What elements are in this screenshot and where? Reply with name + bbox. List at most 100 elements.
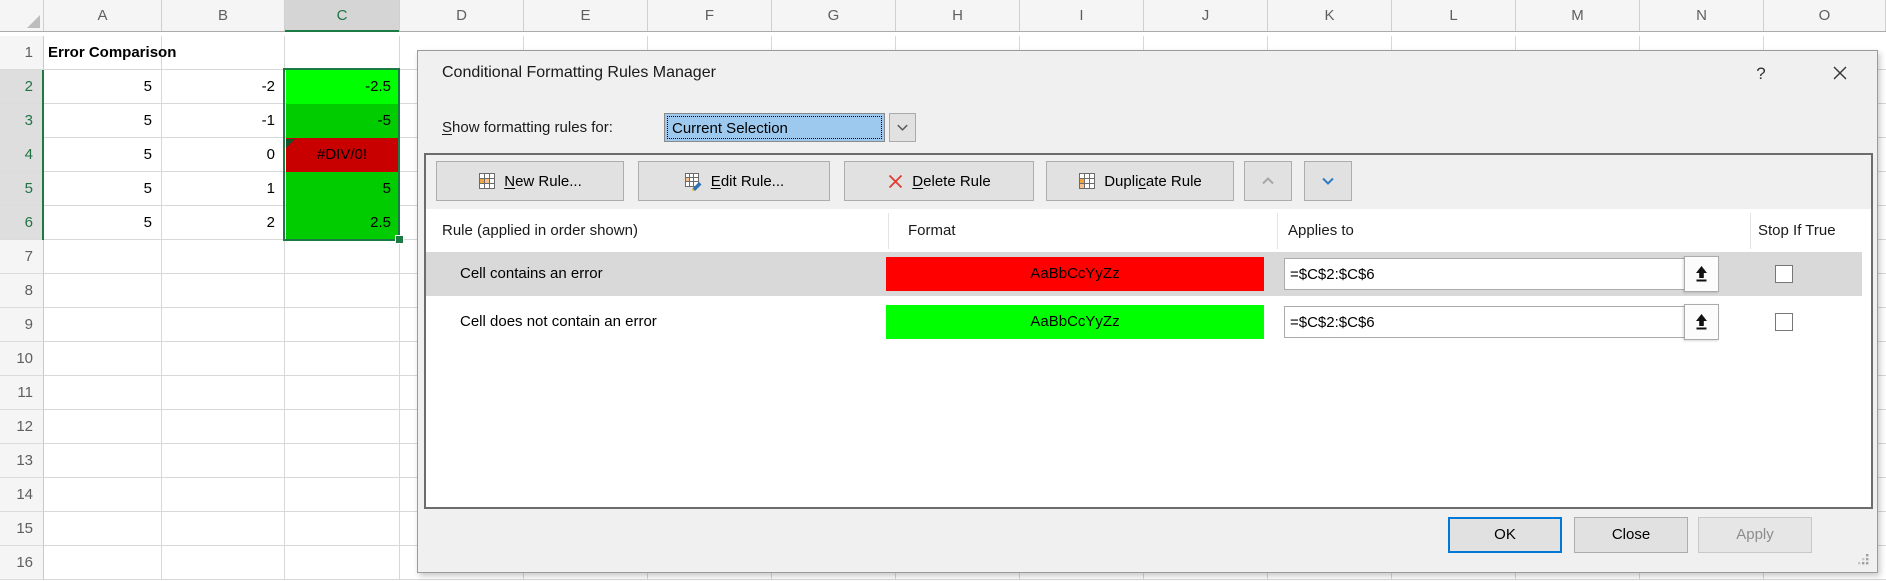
apply-button[interactable]: Apply: [1698, 517, 1812, 553]
cell-c6[interactable]: 2.5: [286, 206, 398, 240]
row-header-14[interactable]: 14: [0, 478, 44, 512]
cell-c5[interactable]: 5: [286, 172, 398, 206]
fill-handle[interactable]: [395, 235, 404, 244]
rule-name: Cell does not contain an error: [460, 300, 657, 344]
table-grid-icon: [1078, 172, 1096, 190]
gridline-b-c: [284, 36, 285, 580]
row-header-15[interactable]: 15: [0, 512, 44, 546]
header-separator: [1277, 213, 1278, 249]
row-header-12[interactable]: 12: [0, 410, 44, 444]
move-rule-up-button[interactable]: [1244, 161, 1292, 201]
cell-b5[interactable]: 1: [162, 172, 281, 206]
delete-rule-button[interactable]: Delete Rule: [844, 161, 1034, 201]
rule-name: Cell contains an error: [460, 252, 603, 296]
resize-grip-icon: [1856, 552, 1870, 566]
table-grid-pencil-icon: [684, 172, 703, 191]
column-header-i[interactable]: I: [1020, 0, 1144, 31]
cf-rules-manager-dialog: Conditional Formatting Rules Manager ? S…: [417, 50, 1878, 573]
edit-rule-button[interactable]: Edit Rule...: [638, 161, 830, 201]
row-header-16[interactable]: 16: [0, 546, 44, 580]
show-rules-combobox[interactable]: Current Selection: [664, 113, 885, 142]
rules-list-header: Rule (applied in order shown) Format App…: [426, 209, 1871, 252]
row-header-2[interactable]: 2: [0, 70, 44, 104]
cell-a4[interactable]: 5: [44, 138, 158, 172]
cell-b3[interactable]: -1: [162, 104, 281, 138]
cell-a3[interactable]: 5: [44, 104, 158, 138]
stop-if-true-checkbox[interactable]: [1775, 313, 1793, 331]
cell-c4[interactable]: #DIV/0!: [286, 138, 398, 172]
column-header-m[interactable]: M: [1516, 0, 1640, 31]
cell-a2[interactable]: 5: [44, 70, 158, 104]
new-rule-button[interactable]: New Rule...: [436, 161, 624, 201]
column-header-h[interactable]: H: [896, 0, 1020, 31]
column-header-g[interactable]: G: [772, 0, 896, 31]
delete-rule-label: Delete Rule: [912, 173, 990, 190]
duplicate-rule-button[interactable]: Duplicate Rule: [1046, 161, 1234, 201]
cell-a1[interactable]: Error Comparison: [48, 36, 176, 70]
column-header-c[interactable]: C: [285, 0, 400, 31]
column-header-e[interactable]: E: [524, 0, 648, 31]
row-header-3[interactable]: 3: [0, 104, 44, 138]
column-header-a[interactable]: A: [44, 0, 162, 31]
duplicate-rule-label: Duplicate Rule: [1104, 173, 1202, 190]
column-header-b[interactable]: B: [162, 0, 285, 31]
column-header-j[interactable]: J: [1144, 0, 1268, 31]
format-preview: AaBbCcYyZz: [886, 305, 1264, 339]
column-header-n[interactable]: N: [1640, 0, 1764, 31]
row-header-7[interactable]: 7: [0, 240, 44, 274]
row-header-1[interactable]: 1: [0, 36, 44, 70]
format-preview: AaBbCcYyZz: [886, 257, 1264, 291]
header-stop: Stop If True: [1758, 209, 1836, 252]
resize-grip[interactable]: [1856, 552, 1870, 570]
collapse-range-icon: [1694, 265, 1709, 283]
move-rule-down-button[interactable]: [1304, 161, 1352, 201]
dialog-title: Conditional Formatting Rules Manager: [442, 64, 716, 82]
applies-to-input[interactable]: [1284, 306, 1685, 338]
chevron-down-icon: [895, 120, 910, 135]
header-applies: Applies to: [1288, 209, 1354, 252]
cell-c3[interactable]: -5: [286, 104, 398, 138]
rules-list-frame: New Rule... Edit Rule...: [424, 153, 1873, 509]
column-header-f[interactable]: F: [648, 0, 772, 31]
header-separator: [1750, 213, 1751, 249]
select-all-triangle-icon: [27, 15, 40, 28]
column-header-d[interactable]: D: [400, 0, 524, 31]
row-header-13[interactable]: 13: [0, 444, 44, 478]
row-header-9[interactable]: 9: [0, 308, 44, 342]
close-icon[interactable]: [1820, 57, 1860, 89]
select-all-button[interactable]: [0, 0, 44, 31]
cell-a6[interactable]: 5: [44, 206, 158, 240]
row-header-6[interactable]: 6: [0, 206, 44, 240]
row-header-8[interactable]: 8: [0, 274, 44, 308]
ok-button[interactable]: OK: [1448, 517, 1562, 553]
chevron-up-icon: [1259, 172, 1277, 190]
help-icon[interactable]: ?: [1746, 59, 1776, 89]
column-header-l[interactable]: L: [1392, 0, 1516, 31]
close-x-icon: [1832, 65, 1848, 81]
cell-a5[interactable]: 5: [44, 172, 158, 206]
combobox-dropdown-button[interactable]: [889, 113, 916, 142]
collapse-dialog-button[interactable]: [1684, 304, 1719, 340]
column-header-o[interactable]: O: [1764, 0, 1886, 31]
column-headers: A B C D E F G H I J K L M N O: [0, 0, 1886, 32]
row-header-10[interactable]: 10: [0, 342, 44, 376]
cell-b6[interactable]: 2: [162, 206, 281, 240]
cell-b2[interactable]: -2: [162, 70, 281, 104]
new-rule-label: New Rule...: [504, 173, 582, 190]
collapse-dialog-button[interactable]: [1684, 256, 1719, 292]
rule-row-1[interactable]: Cell contains an error AaBbCcYyZz: [426, 252, 1862, 296]
column-header-k[interactable]: K: [1268, 0, 1392, 31]
row-header-5[interactable]: 5: [0, 172, 44, 206]
collapse-range-icon: [1694, 313, 1709, 331]
applies-to-input[interactable]: [1284, 258, 1685, 290]
stop-if-true-checkbox[interactable]: [1775, 265, 1793, 283]
edit-rule-label: Edit Rule...: [711, 173, 784, 190]
rule-row-2[interactable]: Cell does not contain an error AaBbCcYyZ…: [426, 300, 1862, 344]
row-header-4[interactable]: 4: [0, 138, 44, 172]
table-grid-icon: [478, 172, 496, 190]
cell-c2[interactable]: -2.5: [286, 70, 398, 104]
row-header-11[interactable]: 11: [0, 376, 44, 410]
cell-b4[interactable]: 0: [162, 138, 281, 172]
close-button[interactable]: Close: [1574, 517, 1688, 553]
combobox-value: Current Selection: [667, 116, 882, 139]
